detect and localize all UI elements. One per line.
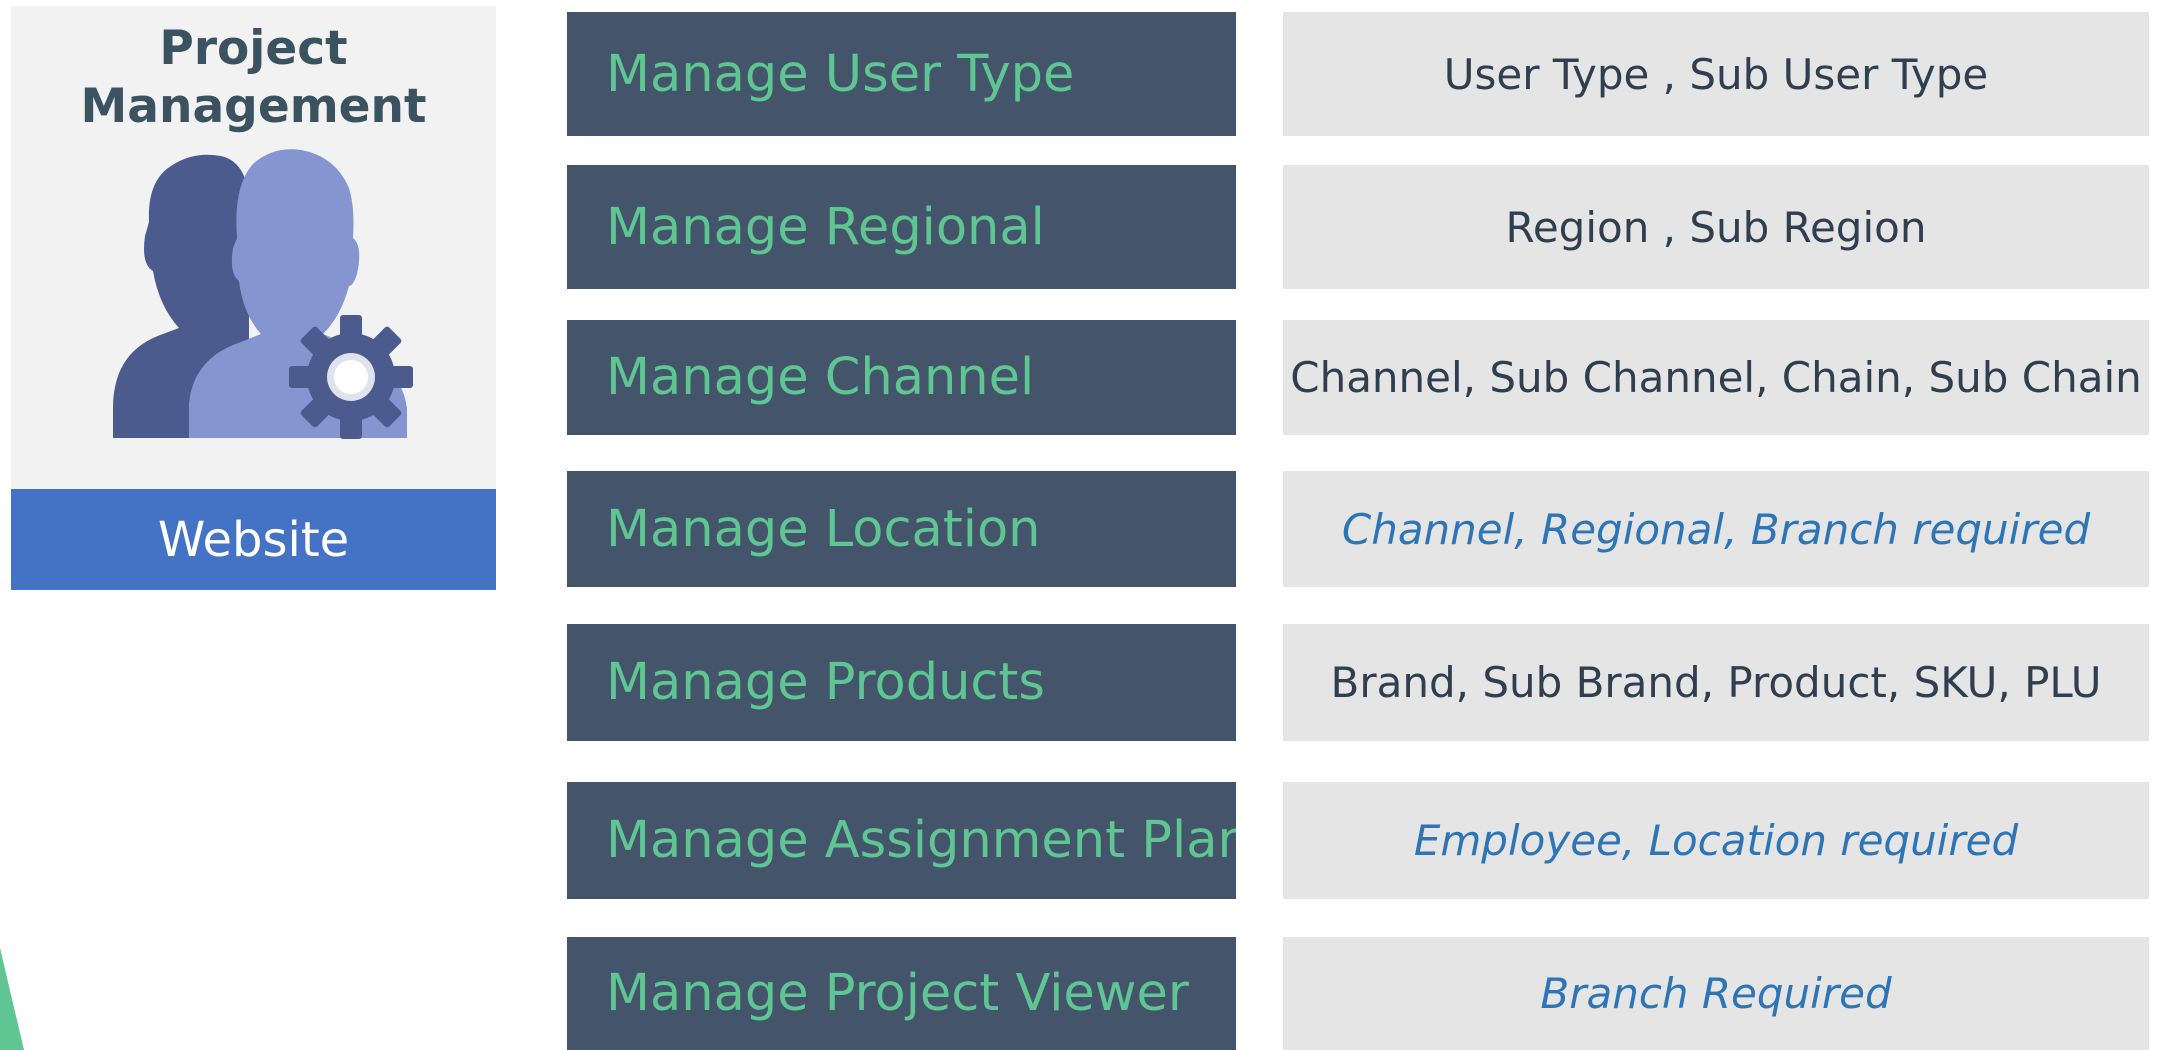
- desc-manage-assignment-plan: Employee, Location required: [1283, 782, 2149, 899]
- label-manage-assignment-plan: Manage Assignment Plan: [567, 782, 1236, 899]
- desc-manage-project-viewer: Branch Required: [1283, 937, 2149, 1050]
- label-manage-location: Manage Location: [567, 471, 1236, 587]
- website-label: Website: [157, 511, 350, 568]
- card-title-line1: Project: [159, 21, 348, 76]
- corner-accent-triangle: [0, 948, 24, 1050]
- users-gear-icon: [113, 149, 413, 439]
- desc-manage-user-type: User Type , Sub User Type: [1283, 12, 2149, 136]
- label-manage-user-type: Manage User Type: [567, 12, 1236, 136]
- card-title: Project Management: [11, 20, 496, 136]
- desc-manage-regional: Region , Sub Region: [1283, 165, 2149, 289]
- desc-manage-location: Channel, Regional, Branch required: [1283, 471, 2149, 587]
- desc-manage-channel: Channel, Sub Channel, Chain, Sub Chain: [1283, 320, 2149, 435]
- label-manage-products: Manage Products: [567, 624, 1236, 741]
- label-manage-project-viewer: Manage Project Viewer: [567, 937, 1236, 1050]
- label-manage-channel: Manage Channel: [567, 320, 1236, 435]
- card-header: Project Management: [11, 6, 496, 489]
- website-banner: Website: [11, 489, 496, 590]
- label-manage-regional: Manage Regional: [567, 165, 1236, 289]
- project-management-card: Project Management Website: [11, 6, 496, 590]
- desc-manage-products: Brand, Sub Brand, Product, SKU, PLU: [1283, 624, 2149, 741]
- card-title-line2: Management: [80, 79, 427, 134]
